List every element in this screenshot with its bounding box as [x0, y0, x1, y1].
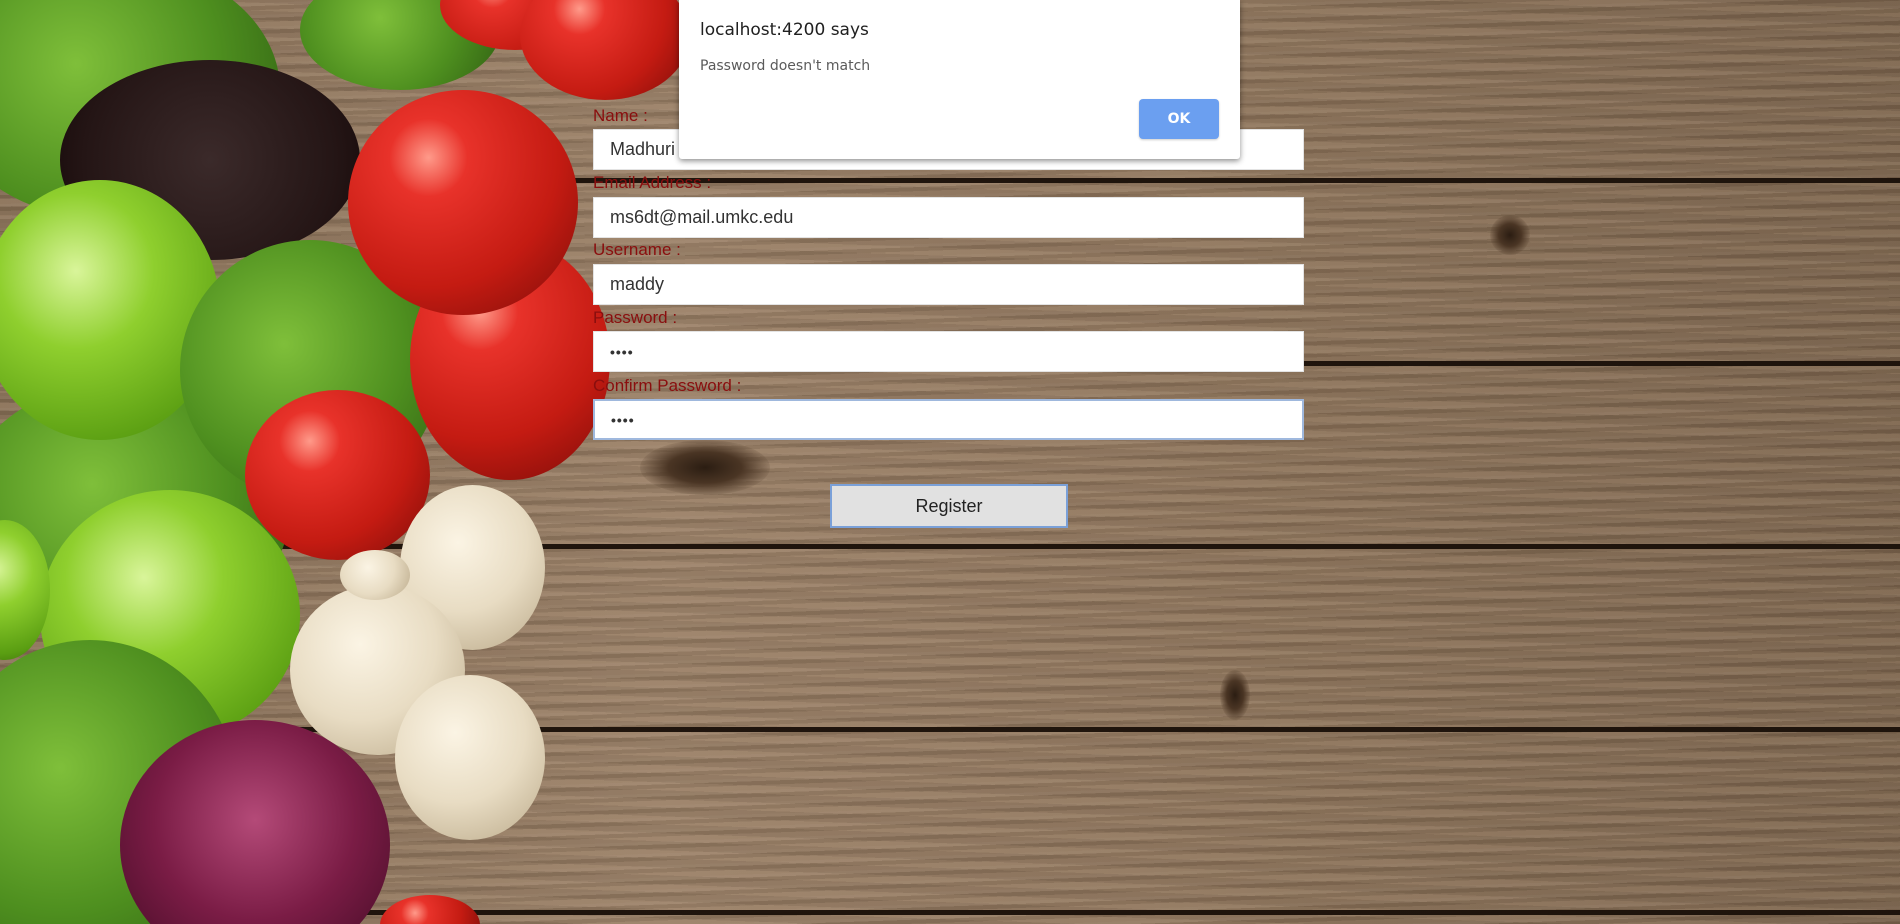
- alert-dialog: localhost:4200 says Password doesn't mat…: [679, 0, 1240, 159]
- page-background: Name : Madhuri Email Address : ms6dt@mai…: [0, 0, 1900, 924]
- wood-knot: [640, 440, 770, 495]
- password-label: Password :: [593, 308, 678, 327]
- register-button[interactable]: Register: [830, 484, 1068, 528]
- password-input[interactable]: ••••: [593, 331, 1304, 372]
- confirm-password-label: Confirm Password :: [593, 376, 742, 395]
- alert-title: localhost:4200 says: [700, 20, 869, 40]
- username-input[interactable]: maddy: [593, 264, 1304, 305]
- wood-knot: [1490, 215, 1530, 255]
- name-label: Name :: [593, 106, 648, 125]
- alert-message: Password doesn't match: [700, 58, 871, 74]
- wood-knot: [1220, 670, 1250, 720]
- ok-button[interactable]: OK: [1139, 99, 1219, 139]
- username-label: Username :: [593, 240, 681, 259]
- email-label: Email Address :: [593, 173, 712, 192]
- email-input[interactable]: ms6dt@mail.umkc.edu: [593, 197, 1304, 238]
- confirm-password-input[interactable]: ••••: [593, 399, 1304, 440]
